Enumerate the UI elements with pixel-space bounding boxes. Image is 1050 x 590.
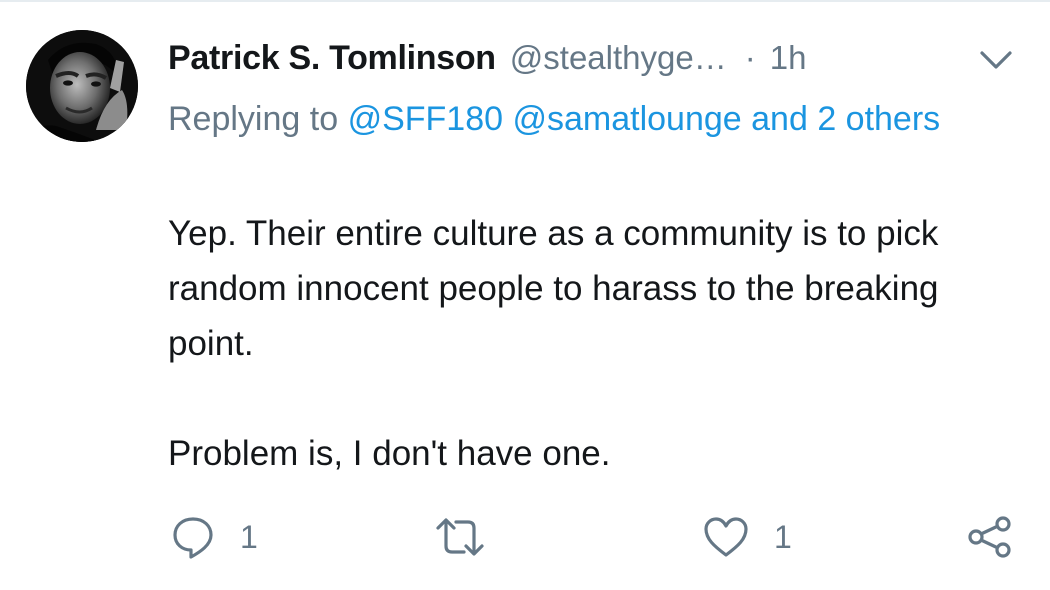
tweet-actions: 1 1 <box>0 510 1050 564</box>
share-button[interactable] <box>966 510 1014 564</box>
heart-icon <box>704 517 748 557</box>
retweet-button[interactable] <box>432 510 488 564</box>
replying-to-label: Replying to <box>168 100 339 138</box>
author-handle[interactable]: @stealthyge… <box>510 39 727 77</box>
retweet-icon <box>436 518 484 556</box>
like-button[interactable]: 1 <box>702 510 792 564</box>
speech-bubble-icon <box>173 517 213 559</box>
tweet-header: Patrick S. Tomlinson @stealthyge… · 1h <box>168 36 806 80</box>
tweet-paragraph: Yep. Their entire culture as a community… <box>168 214 939 363</box>
replying-to: Replying to @SFF180 @samatlounge and 2 o… <box>168 92 1008 147</box>
mention-sff180[interactable]: @SFF180 <box>348 100 503 138</box>
tweet-paragraph: Problem is, I don't have one. <box>168 434 611 473</box>
like-count: 1 <box>774 518 792 555</box>
author-name[interactable]: Patrick S. Tomlinson <box>168 39 496 78</box>
mention-others[interactable]: and 2 others <box>751 100 940 138</box>
top-divider <box>0 0 1050 2</box>
reply-button[interactable]: 1 <box>170 510 258 564</box>
share-icon <box>968 516 1011 558</box>
mention-samatlounge[interactable]: @samatlounge <box>512 100 741 138</box>
reply-count: 1 <box>240 518 258 555</box>
avatar-photo <box>26 30 138 142</box>
separator-dot: · <box>744 39 756 76</box>
timestamp[interactable]: 1h <box>770 39 807 77</box>
chevron-down-icon[interactable] <box>978 46 1014 74</box>
avatar[interactable] <box>26 30 138 142</box>
tweet-text: Yep. Their entire culture as a community… <box>168 206 1028 481</box>
